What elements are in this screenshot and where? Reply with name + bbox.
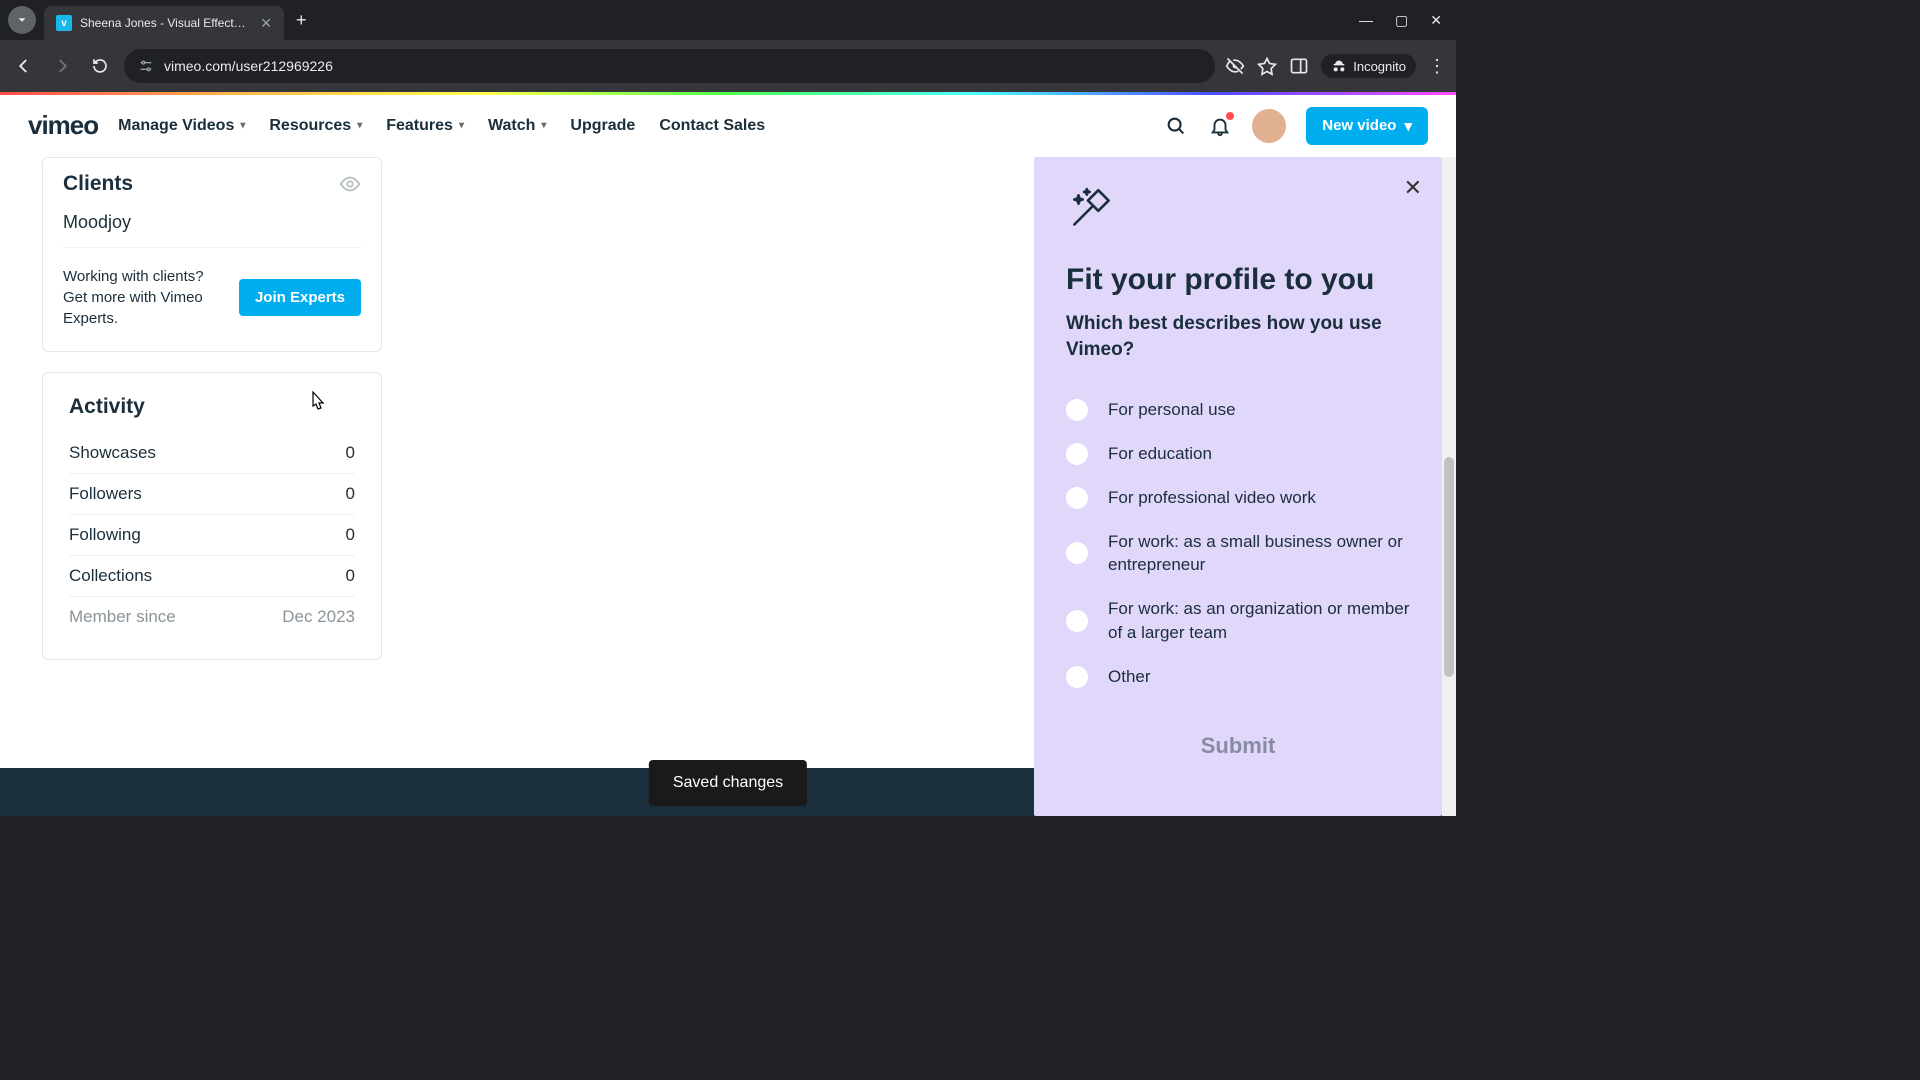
activity-row-showcases[interactable]: Showcases 0 [69, 433, 355, 474]
activity-card: Activity Showcases 0 Followers 0 Followi… [42, 372, 382, 660]
browser-tab[interactable]: v Sheena Jones - Visual Effects P ✕ [44, 6, 284, 40]
chevron-down-icon: ▾ [240, 120, 245, 131]
option-personal[interactable]: For personal use [1066, 398, 1410, 422]
site-header: vimeo Manage Videos▾ Resources▾ Features… [0, 95, 1456, 157]
browser-titlebar: v Sheena Jones - Visual Effects P ✕ + — … [0, 0, 1456, 40]
notifications-icon[interactable] [1208, 114, 1232, 138]
visibility-icon[interactable] [339, 173, 361, 195]
page-content: Clients Moodjoy Working with clients? Ge… [0, 157, 1456, 816]
activity-row-following[interactable]: Following 0 [69, 515, 355, 556]
option-professional[interactable]: For professional video work [1066, 486, 1410, 510]
vimeo-favicon: v [56, 15, 72, 31]
scrollbar-thumb[interactable] [1444, 457, 1454, 677]
nav-features[interactable]: Features▾ [386, 117, 464, 135]
bookmark-star-icon[interactable] [1257, 56, 1277, 76]
reload-button[interactable] [86, 52, 114, 80]
tab-close-icon[interactable]: ✕ [260, 15, 272, 32]
nav-upgrade[interactable]: Upgrade [570, 117, 635, 135]
option-organization[interactable]: For work: as an organization or member o… [1066, 597, 1410, 645]
back-button[interactable] [10, 52, 38, 80]
radio-icon [1066, 542, 1088, 564]
maximize-icon[interactable]: ▢ [1395, 12, 1408, 29]
browser-profile-chip[interactable] [8, 6, 36, 34]
chevron-down-icon: ▾ [357, 120, 362, 131]
option-education[interactable]: For education [1066, 442, 1410, 466]
option-small-business[interactable]: For work: as a small business owner or e… [1066, 530, 1410, 578]
magic-wand-icon [1066, 187, 1410, 237]
search-icon[interactable] [1164, 114, 1188, 138]
panel-subtitle: Which best describes how you use Vimeo? [1066, 311, 1410, 362]
radio-icon [1066, 487, 1088, 509]
client-item[interactable]: Moodjoy [63, 212, 361, 248]
avatar[interactable] [1252, 109, 1286, 143]
activity-heading: Activity [69, 395, 355, 419]
profile-questionnaire-panel: ✕ Fit your profile to you Which best des… [1034, 157, 1442, 816]
eye-off-icon[interactable] [1225, 56, 1245, 76]
new-tab-button[interactable]: + [296, 10, 307, 31]
url-text: vimeo.com/user212969226 [164, 58, 333, 74]
chevron-down-icon: ▾ [459, 120, 464, 131]
kebab-menu-icon[interactable]: ⋮ [1428, 56, 1446, 77]
submit-button[interactable]: Submit [1066, 717, 1410, 775]
activity-row-followers[interactable]: Followers 0 [69, 474, 355, 515]
side-panel-icon[interactable] [1289, 56, 1309, 76]
page-scrollbar[interactable] [1442, 157, 1456, 816]
chevron-down-icon: ▾ [541, 120, 546, 131]
activity-row-collections[interactable]: Collections 0 [69, 556, 355, 597]
clients-card: Clients Moodjoy Working with clients? Ge… [42, 157, 382, 352]
activity-row-member-since: Member since Dec 2023 [69, 597, 355, 637]
address-bar[interactable]: vimeo.com/user212969226 [124, 49, 1215, 83]
close-window-icon[interactable]: ✕ [1430, 12, 1442, 29]
close-icon[interactable]: ✕ [1404, 175, 1422, 201]
radio-icon [1066, 666, 1088, 688]
nav-contact-sales[interactable]: Contact Sales [659, 117, 765, 135]
vimeo-logo[interactable]: vimeo [28, 110, 98, 141]
radio-icon [1066, 443, 1088, 465]
chevron-down-icon: ▾ [1404, 117, 1412, 135]
nav-watch[interactable]: Watch▾ [488, 117, 546, 135]
experts-blurb: Working with clients? Get more with Vime… [63, 266, 225, 329]
new-video-button[interactable]: New video ▾ [1306, 107, 1428, 145]
panel-title: Fit your profile to you [1066, 263, 1410, 297]
nav-resources[interactable]: Resources▾ [269, 117, 362, 135]
radio-icon [1066, 610, 1088, 632]
tab-title: Sheena Jones - Visual Effects P [80, 16, 250, 30]
page-viewport: vimeo Manage Videos▾ Resources▾ Features… [0, 92, 1456, 816]
incognito-chip[interactable]: Incognito [1321, 54, 1416, 78]
toast-saved-changes: Saved changes [649, 760, 807, 806]
window-controls: — ▢ ✕ [1359, 12, 1448, 29]
option-other[interactable]: Other [1066, 665, 1410, 689]
notification-dot [1226, 112, 1234, 120]
clients-heading: Clients [63, 172, 133, 196]
browser-toolbar: vimeo.com/user212969226 Incognito ⋮ [0, 40, 1456, 92]
main-nav: Manage Videos▾ Resources▾ Features▾ Watc… [118, 117, 765, 135]
nav-manage-videos[interactable]: Manage Videos▾ [118, 117, 245, 135]
radio-icon [1066, 399, 1088, 421]
site-settings-icon[interactable] [138, 58, 154, 74]
forward-button[interactable] [48, 52, 76, 80]
join-experts-button[interactable]: Join Experts [239, 279, 361, 316]
minimize-icon[interactable]: — [1359, 12, 1373, 28]
